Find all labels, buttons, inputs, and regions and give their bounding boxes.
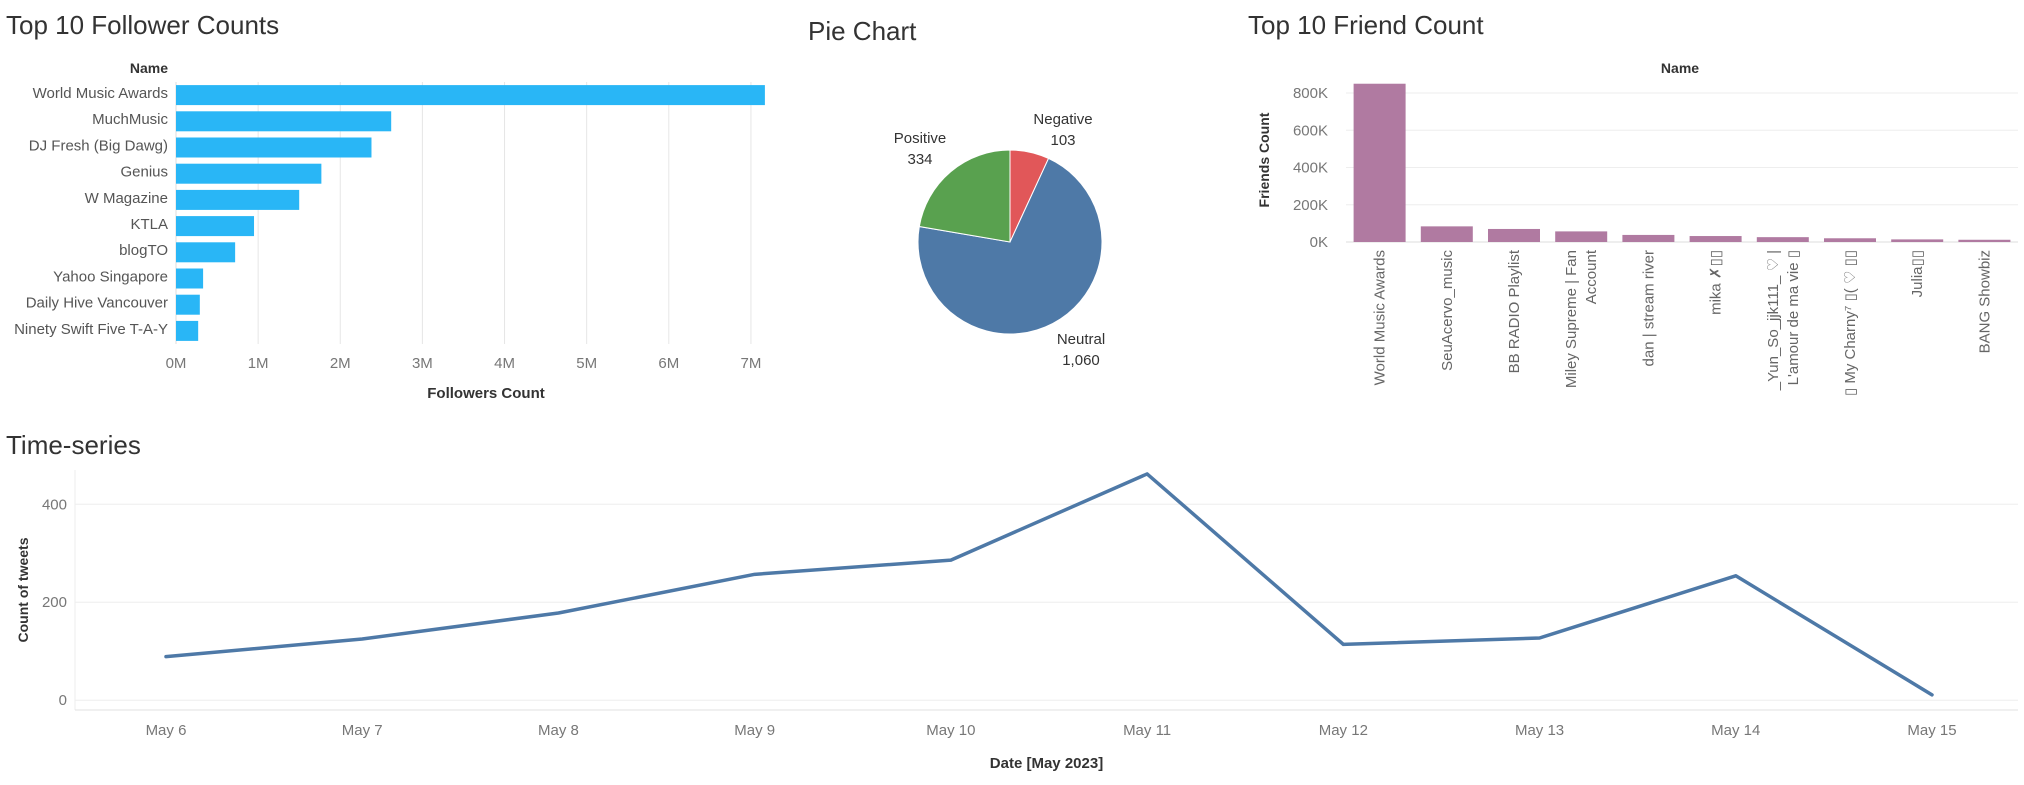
timeseries-x-tick-label: May 7 xyxy=(342,722,383,739)
friends-category-label: Account xyxy=(1583,249,1600,304)
timeseries-x-tick-label: May 6 xyxy=(146,722,187,739)
followers-category-label: Ninety Swift Five T-A-Y xyxy=(14,321,168,338)
followers-category-label: World Music Awards xyxy=(33,85,168,102)
timeseries-x-tick-label: May 12 xyxy=(1319,722,1368,739)
friends-bar xyxy=(1555,231,1608,242)
followers-x-axis-title: Followers Count xyxy=(427,385,545,402)
friends-y-tick-label: 400K xyxy=(1293,160,1328,177)
friends-y-tick-label: 0K xyxy=(1310,234,1328,251)
timeseries-y-tick-label: 200 xyxy=(42,594,67,611)
timeseries-x-tick-label: May 10 xyxy=(926,722,975,739)
pie-slice-value-label: 334 xyxy=(907,151,932,168)
friends-category-label: _Yun_So_jjk111_ ♡ | xyxy=(1765,250,1782,391)
friends-bar xyxy=(1824,238,1876,242)
friends-bar xyxy=(1420,226,1473,242)
friends-category-label: dan | stream river xyxy=(1640,250,1657,366)
timeseries-x-tick-label: May 11 xyxy=(1123,722,1171,739)
followers-x-tick-label: 3M xyxy=(412,355,433,372)
timeseries-x-tick-label: May 13 xyxy=(1515,722,1564,739)
followers-bar xyxy=(176,111,392,132)
friends-category-label: L'amour de ma vie ▯ xyxy=(1785,250,1802,385)
followers-x-tick-label: 1M xyxy=(248,355,269,372)
friends-category-label: SeuAcervo_music xyxy=(1439,250,1456,371)
timeseries-x-tick-label: May 14 xyxy=(1711,722,1760,739)
followers-x-tick-label: 7M xyxy=(741,355,762,372)
friends-bar xyxy=(1353,83,1406,242)
pie-slice-name-label: Negative xyxy=(1033,111,1092,128)
friends-bar xyxy=(1756,237,1809,242)
followers-category-label: blogTO xyxy=(119,242,168,259)
followers-category-header: Name xyxy=(130,60,168,76)
friends-bar xyxy=(1891,239,1944,242)
friends-category-label: BB RADIO Playlist xyxy=(1506,249,1523,373)
followers-bar xyxy=(176,189,300,210)
followers-bar xyxy=(176,85,765,106)
followers-x-tick-label: 4M xyxy=(494,355,515,372)
timeseries-line xyxy=(164,472,1934,697)
followers-x-tick-label: 2M xyxy=(330,355,351,372)
pie-slice xyxy=(918,149,1011,243)
friends-category-label: mika ✗▯▯ xyxy=(1708,250,1725,315)
followers-category-label: DJ Fresh (Big Dawg) xyxy=(29,137,168,154)
timeseries-x-tick-label: May 15 xyxy=(1907,722,1956,739)
followers-category-label: KTLA xyxy=(130,216,168,233)
timeseries-x-tick-label: May 9 xyxy=(734,722,775,739)
followers-bar xyxy=(176,242,236,263)
followers-bar xyxy=(176,163,322,184)
timeseries-x-axis-title: Date [May 2023] xyxy=(990,755,1103,772)
friends-bar xyxy=(1622,234,1675,242)
friends-category-label: World Music Awards xyxy=(1372,250,1389,385)
dashboard-charts: 0M 1M 2M 3M 4M 5M 6M 7M Name World Music Awards Mu… xyxy=(14,60,2018,772)
friends-y-axis-title: Friends Count xyxy=(1256,112,1272,207)
followers-category-label: Yahoo Singapore xyxy=(53,268,168,285)
friends-category-label: BANG Showbiz xyxy=(1976,250,1993,353)
timeseries-x-tick-label: May 8 xyxy=(538,722,579,739)
followers-bar xyxy=(176,294,200,315)
friends-y-tick-label: 200K xyxy=(1293,197,1328,214)
friends-bar xyxy=(1488,228,1540,242)
followers-x-tick-label: 5M xyxy=(576,355,597,372)
followers-bar xyxy=(176,320,199,341)
followers-bar xyxy=(176,268,204,289)
pie-slice-value-label: 1,060 xyxy=(1062,352,1100,369)
pie-slice-name-label: Positive xyxy=(894,130,947,147)
pie-slice-value-label: 103 xyxy=(1050,132,1075,149)
followers-category-label: Genius xyxy=(120,164,168,181)
timeseries-y-axis-title: Count of tweets xyxy=(15,537,31,642)
friends-y-tick-label: 600K xyxy=(1293,122,1328,139)
friends-category-label: Miley Supreme | Fan xyxy=(1563,250,1580,388)
timeseries-y-tick-label: 0 xyxy=(59,692,67,709)
followers-category-label: W Magazine xyxy=(85,190,168,207)
friends-y-tick-label: 800K xyxy=(1293,85,1328,102)
followers-bar xyxy=(176,137,372,158)
friends-category-label: Julia▯▯ xyxy=(1909,250,1926,297)
pie-slice-name-label: Neutral xyxy=(1057,331,1105,348)
followers-bar xyxy=(176,216,255,237)
followers-x-tick-label: 0M xyxy=(166,355,187,372)
followers-category-label: MuchMusic xyxy=(92,111,168,128)
friends-category-label: ▯ My Charny⁷ ▯( ♡ ▯▯ xyxy=(1842,250,1859,396)
friends-bar xyxy=(1958,239,2011,242)
friends-category-header: Name xyxy=(1661,60,1699,76)
followers-x-tick-label: 6M xyxy=(658,355,679,372)
timeseries-y-tick-label: 400 xyxy=(42,496,67,513)
followers-category-label: Daily Hive Vancouver xyxy=(26,295,168,312)
friends-bar xyxy=(1689,236,1742,242)
